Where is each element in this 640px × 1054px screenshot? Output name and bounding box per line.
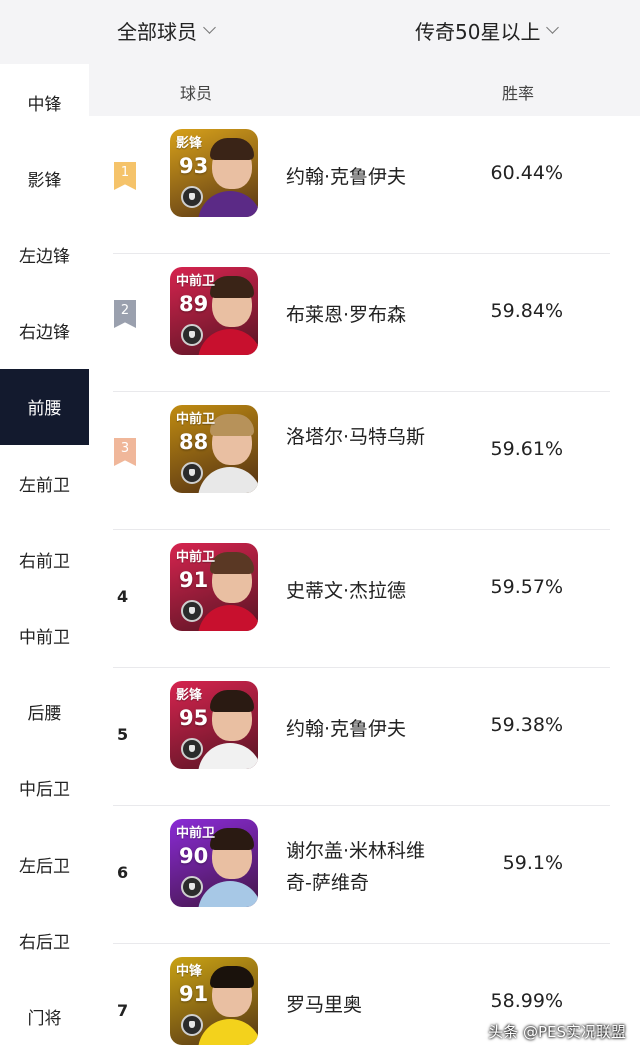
sidebar-item[interactable]: 中锋 — [0, 64, 89, 140]
player-name: 罗马里奥 — [286, 994, 363, 1016]
card-position: 中前卫 — [176, 826, 216, 841]
player-hair — [210, 966, 254, 988]
club-emblem-icon — [181, 1014, 203, 1036]
rank-badge: 1 — [114, 162, 136, 190]
sidebar-item[interactable]: 门将 — [0, 978, 89, 1054]
win-rate: 59.1% — [502, 852, 563, 874]
player-hair — [210, 414, 254, 436]
player-name: 洛塔尔·马特乌斯 — [286, 426, 426, 448]
player-shirt — [198, 881, 258, 907]
player-shirt — [198, 467, 258, 493]
rank-badge: 2 — [114, 300, 136, 328]
sidebar-item[interactable]: 左后卫 — [0, 826, 89, 902]
player-type-filter[interactable]: 全部球员 — [117, 16, 216, 45]
table-header: 球员 胜率 — [89, 64, 640, 116]
sidebar-item[interactable]: 影锋 — [0, 140, 89, 216]
star-level-filter-label: 传奇50星以上 — [415, 20, 541, 44]
player-row[interactable]: 4 中前卫 91 史蒂文·杰拉德 59.57% — [89, 530, 640, 668]
sidebar-item[interactable]: 右前卫 — [0, 521, 89, 597]
position-sidebar: 中锋 影锋 左边锋 右边锋 前腰 左前卫 右前卫 中前卫 后腰 中后卫 左后卫 右后卫 门将 — [0, 64, 89, 1054]
rank-number: 6 — [117, 863, 129, 882]
player-hair — [210, 690, 254, 712]
player-hair — [210, 138, 254, 160]
rank-number: 2 — [120, 303, 130, 318]
card-rating: 91 — [179, 568, 209, 592]
rank-badge: 3 — [114, 438, 136, 466]
player-card[interactable]: 影锋 93 — [170, 129, 258, 217]
rank-number: 3 — [120, 441, 130, 456]
rank-number: 5 — [117, 725, 129, 744]
player-row[interactable]: 5 影锋 95 约翰·克鲁伊夫 59.38% — [89, 668, 640, 806]
card-position: 中锋 — [176, 964, 203, 979]
rank-number: 4 — [117, 587, 129, 606]
club-emblem-icon — [181, 462, 203, 484]
player-row[interactable]: 1 影锋 93 约翰·克鲁伊夫 60.44% — [89, 116, 640, 254]
chevron-down-icon — [546, 21, 560, 34]
sidebar-item[interactable]: 中前卫 — [0, 597, 89, 673]
card-rating: 90 — [179, 844, 209, 868]
player-card[interactable]: 中前卫 90 — [170, 819, 258, 907]
player-shirt — [198, 1019, 258, 1045]
sidebar-item[interactable]: 中后卫 — [0, 750, 89, 826]
sidebar-item[interactable]: 右后卫 — [0, 902, 89, 978]
sidebar-item[interactable]: 右边锋 — [0, 293, 89, 369]
watermark: 头条 @PES实况联盟 — [488, 1023, 626, 1041]
card-rating: 93 — [179, 154, 209, 178]
win-rate: 59.38% — [490, 714, 563, 736]
player-name: 史蒂文·杰拉德 — [286, 580, 407, 602]
player-row[interactable]: 3 中前卫 88 洛塔尔·马特乌斯 59.61% — [89, 392, 640, 530]
column-header-player: 球员 — [180, 84, 213, 103]
player-name: 谢尔盖·米林科维奇-萨维奇 — [286, 840, 426, 894]
player-row[interactable]: 2 中前卫 89 布莱恩·罗布森 59.84% — [89, 254, 640, 392]
card-position: 影锋 — [176, 136, 203, 151]
player-card[interactable]: 中前卫 91 — [170, 543, 258, 631]
star-level-filter[interactable]: 传奇50星以上 — [415, 16, 560, 45]
sidebar-item[interactable]: 前腰 — [0, 368, 89, 445]
player-shirt — [198, 605, 258, 631]
player-hair — [210, 276, 254, 298]
player-shirt — [198, 191, 258, 217]
player-card[interactable]: 中前卫 89 — [170, 267, 258, 355]
player-card[interactable]: 中锋 91 — [170, 957, 258, 1045]
win-rate: 58.99% — [490, 990, 563, 1012]
win-rate: 59.57% — [490, 576, 563, 598]
player-shirt — [198, 743, 258, 769]
win-rate: 59.61% — [490, 438, 563, 460]
player-name: 约翰·克鲁伊夫 — [286, 166, 407, 188]
win-rate: 59.84% — [490, 300, 563, 322]
player-type-filter-label: 全部球员 — [117, 20, 197, 44]
player-name: 约翰·克鲁伊夫 — [286, 718, 407, 740]
player-hair — [210, 828, 254, 850]
sidebar-item[interactable]: 左前卫 — [0, 445, 89, 521]
card-rating: 88 — [179, 430, 209, 454]
player-name: 布莱恩·罗布森 — [286, 304, 407, 326]
player-row[interactable]: 6 中前卫 90 谢尔盖·米林科维奇-萨维奇 59.1% — [89, 806, 640, 944]
sidebar-item[interactable]: 后腰 — [0, 674, 89, 750]
sidebar-item[interactable]: 左边锋 — [0, 216, 89, 292]
card-rating: 91 — [179, 982, 209, 1006]
rank-number: 7 — [117, 1001, 129, 1020]
club-emblem-icon — [181, 876, 203, 898]
card-rating: 89 — [179, 292, 209, 316]
card-position: 中前卫 — [176, 274, 216, 289]
club-emblem-icon — [181, 324, 203, 346]
top-filter-bar: 全部球员 传奇50星以上 — [0, 0, 640, 64]
club-emblem-icon — [181, 186, 203, 208]
rank-number: 1 — [120, 165, 130, 180]
card-position: 影锋 — [176, 688, 203, 703]
chevron-down-icon — [203, 21, 216, 34]
player-hair — [210, 552, 254, 574]
card-position: 中前卫 — [176, 550, 216, 565]
card-position: 中前卫 — [176, 412, 216, 427]
ranking-list: 球员 胜率 1 影锋 93 约翰·克鲁伊夫 60.44% 2 中前卫 89 布莱… — [89, 64, 640, 1054]
card-rating: 95 — [179, 706, 209, 730]
player-card[interactable]: 影锋 95 — [170, 681, 258, 769]
club-emblem-icon — [181, 600, 203, 622]
player-shirt — [198, 329, 258, 355]
club-emblem-icon — [181, 738, 203, 760]
player-card[interactable]: 中前卫 88 — [170, 405, 258, 493]
column-header-win-rate: 胜率 — [502, 84, 535, 103]
win-rate: 60.44% — [490, 162, 563, 184]
